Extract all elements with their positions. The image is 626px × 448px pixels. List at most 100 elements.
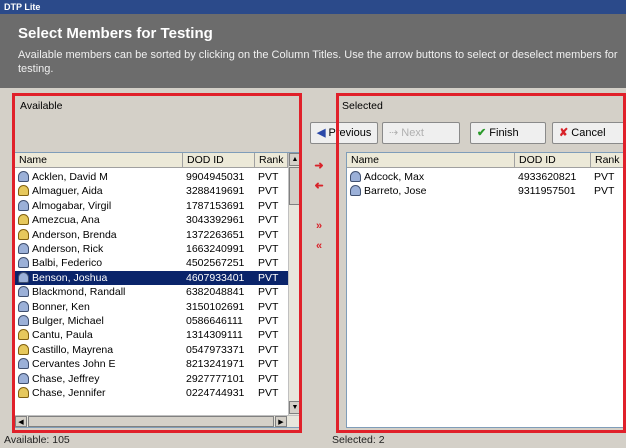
member-dod-id: 1314309111	[186, 329, 243, 342]
member-name: Amezcua, Ana	[18, 213, 182, 227]
member-rank: PVT	[258, 343, 279, 356]
member-rank: PVT	[258, 257, 279, 270]
available-count: Available: 105	[4, 434, 70, 446]
cancel-button[interactable]: ✘ Cancel	[552, 122, 626, 144]
member-name-text: Amezcua, Ana	[32, 214, 100, 227]
member-dod-id: 3288419691	[186, 185, 245, 198]
next-button[interactable]: ⇢ Next	[382, 122, 460, 144]
available-list[interactable]: Name DOD ID Rank Acklen, David M 99049450…	[14, 152, 300, 428]
selected-label: Selected	[342, 100, 383, 112]
table-row[interactable]: Chase, Jennifer 0224744931 PVT	[15, 386, 288, 400]
member-rank: PVT	[258, 271, 279, 284]
finish-button[interactable]: ✔ Finish	[470, 122, 546, 144]
person-icon	[18, 243, 29, 254]
person-icon	[18, 271, 29, 283]
scroll-up-button[interactable]: ▲	[289, 153, 299, 166]
previous-button[interactable]: ◀ Previous	[310, 122, 378, 144]
table-row[interactable]: Anderson, Rick 1663240991 PVT	[15, 242, 288, 256]
person-alt-icon	[18, 343, 29, 355]
column-header-dod-id[interactable]: DOD ID	[183, 153, 255, 168]
member-name-text: Benson, Joshua	[32, 271, 108, 284]
member-name: Adcock, Max	[350, 170, 514, 184]
table-row[interactable]: Cantu, Paula 1314309111 PVT	[15, 328, 288, 342]
member-rank: PVT	[258, 185, 279, 198]
table-row[interactable]: Benson, Joshua 4607933401 PVT	[15, 270, 288, 285]
scroll-left-button[interactable]: ◀	[15, 416, 27, 427]
member-dod-id: 4607933401	[186, 271, 245, 284]
table-row[interactable]: Anderson, Brenda 1372263651 PVT	[15, 228, 288, 242]
person-icon	[18, 257, 29, 269]
table-row[interactable]: Amezcua, Ana 3043392961 PVT	[15, 213, 288, 227]
previous-arrow-icon: ◀	[317, 127, 329, 139]
member-dod-id: 2927777101	[186, 372, 245, 385]
available-vertical-scrollbar[interactable]: ▲ ▼	[288, 153, 299, 415]
table-row[interactable]: Bonner, Ken 3150102691 PVT	[15, 300, 288, 314]
person-alt-icon	[18, 228, 29, 240]
member-name: Barreto, Jose	[350, 184, 514, 198]
finish-label: Finish	[489, 127, 519, 139]
person-icon	[18, 286, 29, 298]
cancel-label: Cancel	[571, 127, 606, 139]
table-row[interactable]: Acklen, David M 9904945031 PVT	[15, 170, 288, 184]
column-header-rank[interactable]: Rank	[255, 153, 288, 168]
member-name: Cantu, Paula	[18, 328, 182, 342]
next-arrow-icon: ⇢	[389, 127, 402, 139]
member-name: Anderson, Brenda	[18, 228, 182, 242]
horizontal-scroll-thumb[interactable]	[28, 416, 274, 427]
member-name: Anderson, Rick	[18, 242, 182, 256]
member-dod-id: 6382048841	[186, 286, 245, 299]
member-rank: PVT	[258, 315, 279, 327]
table-row[interactable]: Almaguer, Aida 3288419691 PVT	[15, 184, 288, 198]
previous-label: Previous	[328, 127, 372, 139]
table-row[interactable]: Balbi, Federico 4502567251 PVT	[15, 256, 288, 270]
member-rank: PVT	[258, 329, 279, 342]
member-rank: PVT	[258, 372, 279, 385]
member-rank: PVT	[258, 199, 279, 212]
add-selected-arrow-icon[interactable]: ➜	[310, 160, 328, 172]
member-name-text: Cantu, Paula	[32, 329, 93, 342]
remove-selected-arrow-icon[interactable]: ➜	[310, 180, 328, 192]
close-icon: ✘	[559, 127, 572, 139]
member-name: Bulger, Michael	[18, 314, 182, 328]
member-name-text: Balbi, Federico	[32, 257, 103, 270]
available-panel-header: Available	[14, 92, 300, 147]
member-dod-id: 1372263651	[186, 228, 245, 241]
scroll-down-button[interactable]: ▼	[289, 401, 299, 414]
selected-column-header-name[interactable]: Name	[347, 153, 515, 168]
scroll-right-button[interactable]: ▶	[275, 416, 287, 427]
member-name-text: Almaguer, Aida	[32, 185, 103, 198]
table-row[interactable]: Barreto, Jose 9311957501 PVT	[347, 184, 625, 198]
table-row[interactable]: Bulger, Michael 0586646111 PVT	[15, 314, 288, 328]
member-rank: PVT	[258, 387, 279, 399]
person-alt-icon	[18, 387, 29, 398]
add-all-arrow-icon[interactable]: »	[310, 220, 328, 232]
table-row[interactable]: Cervantes John E 8213241971 PVT	[15, 357, 288, 371]
available-horizontal-scrollbar[interactable]: ◀ ▶	[15, 415, 299, 427]
member-dod-id: 0586646111	[186, 315, 243, 327]
member-name-text: Castillo, Mayrena	[32, 343, 114, 356]
member-name: Bonner, Ken	[18, 300, 182, 314]
page-header: Select Members for Testing Available mem…	[0, 14, 626, 88]
member-name-text: Chase, Jennifer	[32, 387, 106, 399]
person-icon	[18, 315, 29, 326]
member-rank: PVT	[258, 228, 279, 241]
scroll-thumb[interactable]	[289, 167, 299, 205]
table-row[interactable]: Chase, Jeffrey 2927777101 PVT	[15, 372, 288, 386]
table-row[interactable]: Almogabar, Virgil 1787153691 PVT	[15, 199, 288, 213]
member-name-text: Cervantes John E	[32, 358, 116, 371]
selected-list[interactable]: Name DOD ID Rank Adcock, Max 4933620821 PV…	[346, 152, 626, 428]
member-dod-id: 4933620821	[518, 171, 577, 183]
person-icon	[18, 171, 29, 182]
member-name-text: Blackmond, Randall	[32, 286, 126, 299]
member-rank: PVT	[594, 185, 615, 198]
table-row[interactable]: Blackmond, Randall 6382048841 PVT	[15, 285, 288, 299]
selected-column-header-dod-id[interactable]: DOD ID	[515, 153, 591, 168]
member-name: Chase, Jeffrey	[18, 372, 182, 386]
remove-all-arrow-icon[interactable]: «	[310, 240, 328, 252]
table-row[interactable]: Castillo, Mayrena 0547973371 PVT	[15, 343, 288, 357]
member-name-text: Acklen, David M	[32, 171, 108, 183]
selected-column-header-rank[interactable]: Rank	[591, 153, 625, 168]
table-row[interactable]: Adcock, Max 4933620821 PVT	[347, 170, 625, 184]
column-header-name[interactable]: Name	[15, 153, 183, 168]
member-name: Acklen, David M	[18, 170, 182, 184]
